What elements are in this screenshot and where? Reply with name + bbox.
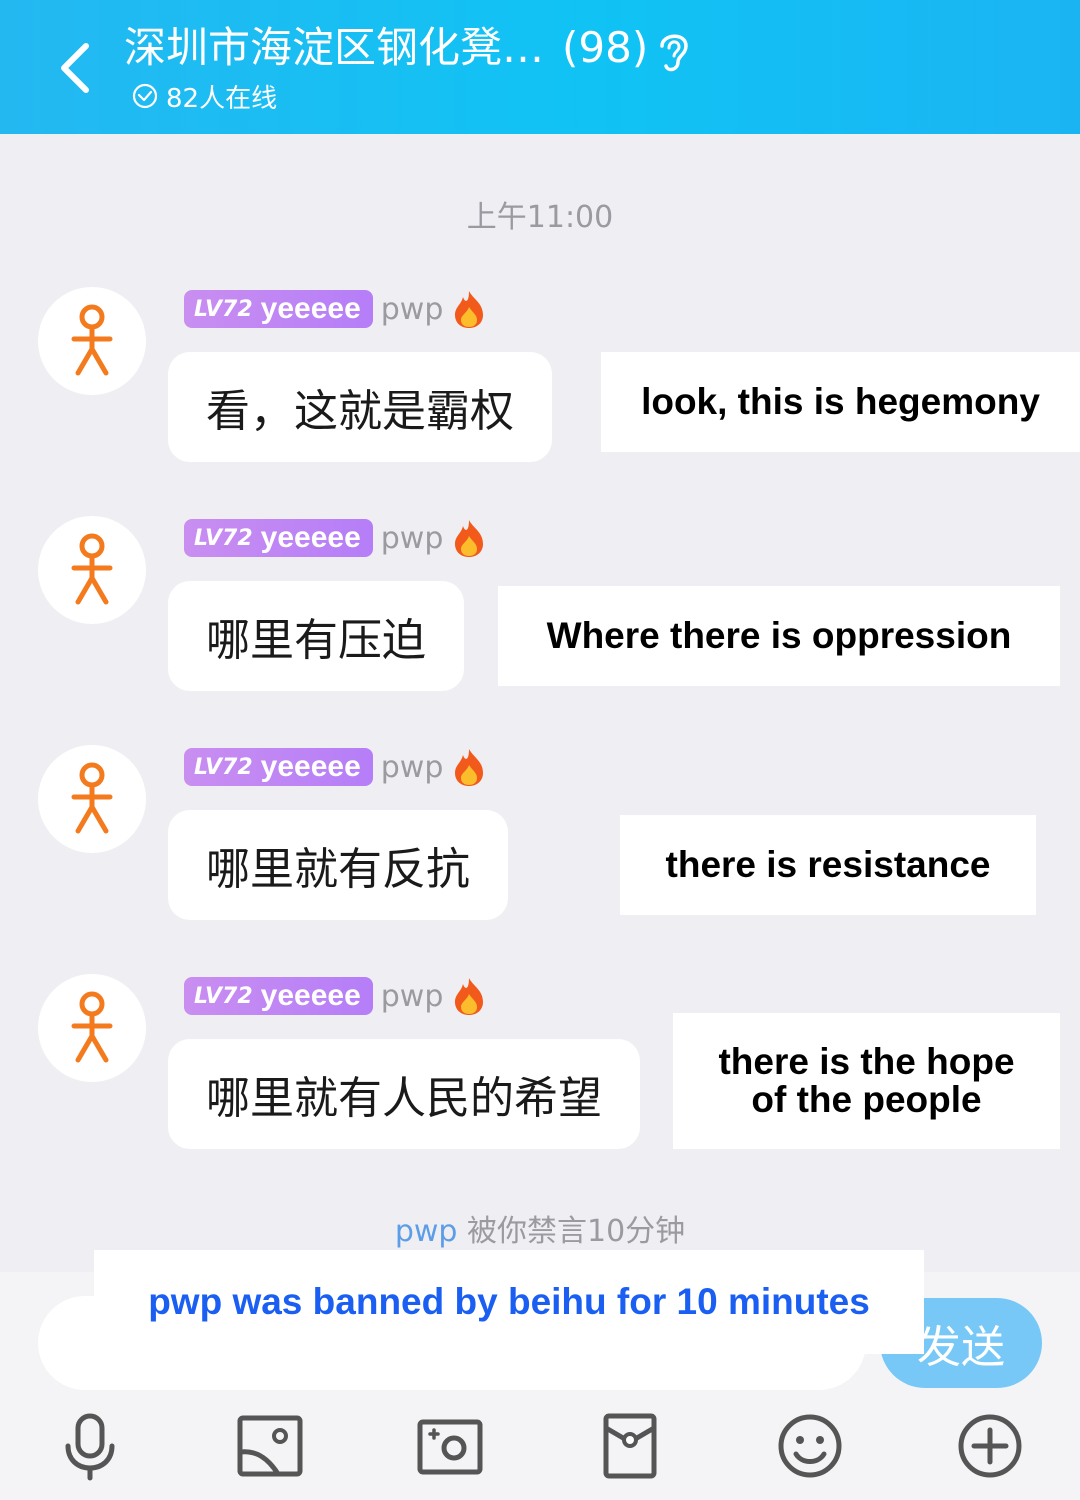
title-label: yeeeee	[260, 292, 361, 325]
ear-icon[interactable]	[654, 28, 694, 76]
translation-caption: there is the hope of the people	[673, 1013, 1060, 1149]
avatar[interactable]	[38, 287, 146, 395]
chat-header: 深圳市海淀区钢化凳… (98) 82人在线	[0, 0, 1080, 134]
caption-line: of the people	[751, 1079, 982, 1120]
translation-caption: look, this is hegemony	[601, 352, 1080, 452]
microphone-icon[interactable]	[54, 1410, 126, 1482]
member-title-badge: LV72 yeeeee	[184, 977, 373, 1015]
avatar[interactable]	[38, 745, 146, 853]
notice-user[interactable]: pwp	[395, 1214, 458, 1249]
level-label: LV72	[194, 296, 253, 322]
sender-name[interactable]: pwp	[381, 979, 444, 1014]
message-bubble[interactable]: 哪里就有人民的希望	[168, 1039, 640, 1149]
member-title-badge: LV72 yeeeee	[184, 748, 373, 786]
stick-figure-icon	[71, 533, 113, 605]
title-label: yeeeee	[260, 521, 361, 554]
sender-name[interactable]: pwp	[381, 292, 444, 327]
online-check-icon	[132, 83, 158, 109]
online-status: 82人在线	[132, 78, 277, 114]
camera-icon[interactable]	[414, 1410, 486, 1482]
stick-figure-icon	[71, 762, 113, 834]
title-label: yeeeee	[260, 750, 361, 783]
level-label: LV72	[194, 525, 253, 551]
avatar[interactable]	[38, 974, 146, 1082]
member-count[interactable]: (98)	[562, 20, 648, 76]
image-icon[interactable]	[234, 1410, 306, 1482]
message-timestamp: 上午11:00	[466, 200, 614, 235]
sender-row: LV72 yeeeee pwp	[184, 289, 487, 329]
fire-icon	[455, 978, 484, 1015]
translation-caption: Where there is oppression	[498, 586, 1060, 686]
fire-icon	[455, 749, 484, 786]
red-packet-icon[interactable]	[594, 1410, 666, 1482]
message-bubble[interactable]: 哪里有压迫	[168, 581, 464, 691]
stick-figure-icon	[71, 991, 113, 1063]
translation-caption: there is resistance	[620, 815, 1036, 915]
sender-row: LV72 yeeeee pwp	[184, 976, 487, 1016]
sender-row: LV72 yeeeee pwp	[184, 518, 487, 558]
message-bubble[interactable]: 哪里就有反抗	[168, 810, 508, 920]
level-label: LV72	[194, 983, 253, 1009]
sender-name[interactable]: pwp	[381, 750, 444, 785]
member-title-badge: LV72 yeeeee	[184, 290, 373, 328]
back-arrow-icon[interactable]	[52, 36, 102, 100]
emoji-icon[interactable]	[774, 1410, 846, 1482]
level-label: LV72	[194, 754, 253, 780]
sender-name[interactable]: pwp	[381, 521, 444, 556]
caption-line: there is the hope	[718, 1041, 1015, 1082]
stick-figure-icon	[71, 304, 113, 376]
online-count: 82人在线	[166, 83, 278, 114]
message-bubble[interactable]: 看，这就是霸权	[168, 352, 552, 462]
notice-text: 被你禁言10分钟	[466, 1214, 686, 1249]
system-notice: pwp 被你禁言10分钟	[0, 1206, 1080, 1250]
fire-icon	[455, 520, 484, 557]
fire-icon	[455, 291, 484, 328]
avatar[interactable]	[38, 516, 146, 624]
group-title[interactable]: 深圳市海淀区钢化凳…	[124, 20, 544, 76]
member-title-badge: LV72 yeeeee	[184, 519, 373, 557]
ban-translation-caption: pwp was banned by beihu for 10 minutes	[94, 1250, 924, 1354]
sender-row: LV72 yeeeee pwp	[184, 747, 487, 787]
plus-icon[interactable]	[954, 1410, 1026, 1482]
title-label: yeeeee	[260, 979, 361, 1012]
